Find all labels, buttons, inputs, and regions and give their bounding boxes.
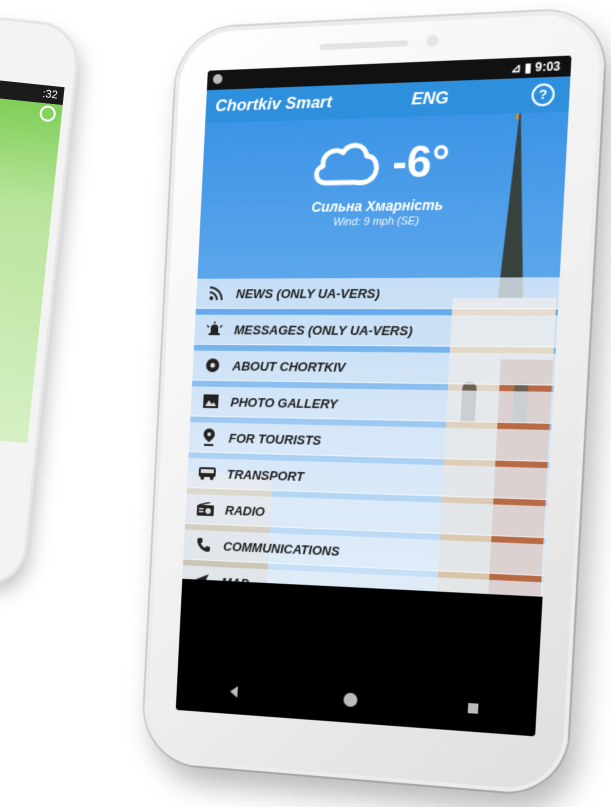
bus-icon [197, 464, 218, 482]
menu-item-label: ABOUT CHORTKIV [232, 358, 346, 374]
temperature: -6° [391, 137, 451, 189]
main-content: -6° Сильна Хмарність Wind: 9 mph (SE) NE… [182, 112, 568, 597]
pin-icon [198, 428, 219, 446]
menu-item-label: MESSAGES (ONLY UA-VERS) [234, 322, 413, 338]
menu-item-label: COMMUNICATIONS [223, 538, 340, 558]
image-icon [200, 392, 221, 410]
menu-item-messages[interactable]: MESSAGES (ONLY UA-VERS) [194, 315, 558, 348]
radio-icon [195, 500, 216, 518]
menu-item-transport[interactable]: TRANSPORT [187, 458, 550, 500]
menu-item-label: TRANSPORT [227, 466, 305, 483]
system-nav-bar [176, 666, 538, 737]
clock-text: 9:03 [535, 59, 561, 74]
help-icon[interactable]: ? [531, 83, 555, 107]
status-time: ⊿ ▮ 9:03 [510, 59, 560, 75]
menu-item-label: PHOTO GALLERY [230, 394, 338, 411]
app-title: Chortkiv Smart [215, 92, 333, 116]
menu-item-label: NEWS (ONLY UA-VERS) [236, 286, 380, 301]
signal-battery-icons: ⊿ ▮ [510, 60, 532, 75]
main-menu: NEWS (ONLY UA-VERS) MESSAGES (ONLY UA-VE… [182, 277, 559, 597]
rss-icon [206, 285, 228, 303]
phone-device: ⊿ ▮ 9:03 Chortkiv Smart ENG ? -6° Сильна… [142, 8, 607, 796]
phone-camera [426, 35, 439, 48]
home-icon[interactable] [343, 691, 360, 708]
phone-icon [193, 536, 214, 554]
phone-speaker [319, 40, 408, 50]
back-icon[interactable] [226, 683, 242, 700]
menu-item-label: RADIO [225, 502, 265, 518]
menu-item-news[interactable]: NEWS (ONLY UA-VERS) [196, 277, 560, 309]
cloud-icon [308, 138, 383, 192]
menu-item-about[interactable]: ABOUT CHORTKIV [192, 351, 555, 386]
recents-icon[interactable] [465, 700, 482, 717]
language-toggle[interactable]: ENG [411, 88, 449, 110]
menu-item-label: MAP [221, 574, 249, 590]
weather-widget: -6° Сильна Хмарність Wind: 9 mph (SE) [200, 132, 568, 230]
phone-screen: ⊿ ▮ 9:03 Chortkiv Smart ENG ? -6° Сильна… [176, 56, 572, 737]
badge-icon [202, 356, 223, 374]
notification-dot-icon [213, 74, 223, 84]
menu-item-tourists[interactable]: FOR TOURISTS [189, 422, 552, 462]
menu-item-label: FOR TOURISTS [228, 430, 321, 447]
navigation-icon [191, 572, 212, 590]
alert-icon [204, 321, 226, 339]
menu-item-photo-gallery[interactable]: PHOTO GALLERY [190, 386, 553, 423]
